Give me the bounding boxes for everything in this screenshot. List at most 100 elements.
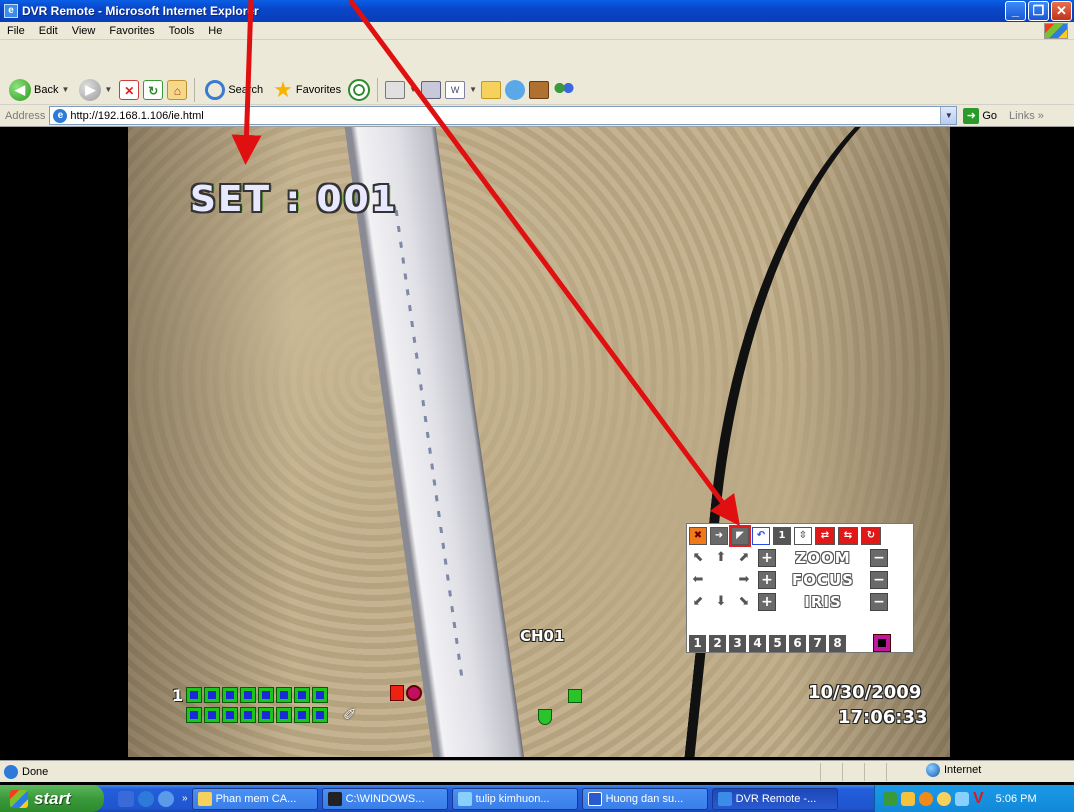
history-icon[interactable]: [348, 78, 371, 101]
pan-down-icon[interactable]: ⬇: [712, 593, 730, 611]
disk-icon: [406, 685, 422, 701]
menu-tools[interactable]: Tools: [162, 25, 202, 37]
edit-dropdown-icon[interactable]: ▼: [469, 85, 477, 94]
ie-quick-launch-icon[interactable]: [138, 790, 154, 807]
pan-up-icon[interactable]: ⬆: [712, 549, 730, 567]
page-icon: e: [53, 108, 68, 123]
tray-network-icon[interactable]: [883, 791, 897, 806]
chat-icon: [457, 791, 472, 806]
favorites-button[interactable]: ★ Favorites: [270, 76, 344, 104]
tray-messenger-icon[interactable]: [901, 791, 915, 806]
quick-launch-more-icon[interactable]: »: [182, 793, 188, 804]
ie-alt-quick-launch-icon[interactable]: [158, 790, 174, 807]
tray-yahoo-icon[interactable]: [919, 791, 933, 806]
back-arrow-icon: ◀: [9, 78, 31, 101]
menu-favorites[interactable]: Favorites: [102, 25, 161, 37]
taskbar-item[interactable]: tulip kimhuon...: [451, 787, 578, 810]
back-button[interactable]: ◀ Back ▼: [6, 76, 72, 104]
internet-globe-icon: [926, 763, 940, 777]
pan-up-left-icon[interactable]: ⬉: [689, 549, 707, 567]
url-input[interactable]: [70, 109, 931, 122]
ptz-channel-button[interactable]: 8: [829, 634, 846, 652]
ptz-channel-button[interactable]: 7: [809, 634, 826, 652]
home-icon[interactable]: ⌂: [167, 79, 188, 100]
ptz-channel-button[interactable]: 6: [789, 634, 806, 652]
taskbar-item[interactable]: Huong dan su...: [581, 787, 708, 810]
maximize-button[interactable]: ❐: [1028, 1, 1049, 21]
channel-indicator: [240, 687, 256, 703]
back-label: Back: [34, 83, 59, 96]
menu-view[interactable]: View: [65, 25, 103, 37]
channel-indicator: [240, 707, 256, 723]
edit-icon[interactable]: W: [445, 80, 466, 99]
mail-icon[interactable]: [385, 80, 406, 99]
stop-icon[interactable]: ✕: [119, 79, 140, 100]
menu-edit[interactable]: Edit: [32, 25, 65, 37]
ptz-channel-button[interactable]: 4: [749, 634, 766, 652]
window-title-bar[interactable]: e DVR Remote - Microsoft Internet Explor…: [0, 0, 1074, 22]
zone-label: Internet: [944, 764, 982, 776]
ptz-tour-icon[interactable]: ↻: [861, 527, 881, 545]
focus-out-button[interactable]: −: [870, 571, 888, 589]
tray-clock[interactable]: 5:06 PM: [996, 793, 1037, 805]
ptz-menu-icon[interactable]: [873, 634, 891, 652]
forward-button[interactable]: ▶ ▼: [76, 76, 115, 104]
minimize-button[interactable]: _: [1005, 1, 1026, 21]
focus-in-button[interactable]: +: [758, 571, 776, 589]
menu-file[interactable]: File: [0, 25, 32, 37]
ptz-auto-icon[interactable]: ⇄: [815, 527, 835, 545]
tray-app-icon[interactable]: [955, 791, 969, 806]
contacts-icon[interactable]: [553, 79, 575, 100]
pan-down-right-icon[interactable]: ⬊: [735, 593, 753, 611]
ptz-preset-go-icon[interactable]: ➜: [710, 527, 728, 545]
research-icon[interactable]: [529, 80, 549, 99]
iris-open-button[interactable]: +: [758, 593, 776, 611]
ptz-swap-icon[interactable]: ⇆: [838, 527, 858, 545]
menu-help[interactable]: He: [201, 25, 229, 37]
ptz-channel-button[interactable]: 2: [709, 634, 726, 652]
ptz-undo-icon[interactable]: ↶: [752, 527, 770, 545]
forward-dropdown-icon[interactable]: ▼: [104, 85, 112, 94]
search-button[interactable]: Search: [202, 76, 266, 104]
ptz-channel-button[interactable]: 5: [769, 634, 786, 652]
ptz-channel-button[interactable]: 1: [689, 634, 706, 652]
address-dropdown-icon[interactable]: ▼: [940, 107, 957, 124]
zoom-out-button[interactable]: −: [870, 549, 888, 567]
back-dropdown-icon[interactable]: ▼: [61, 85, 69, 94]
messenger-icon[interactable]: [505, 79, 525, 100]
tray-smiley-icon[interactable]: [937, 791, 951, 806]
taskbar-item[interactable]: Phan mem CA...: [191, 787, 318, 810]
pan-up-right-icon[interactable]: ⬈: [735, 549, 753, 567]
go-button[interactable]: ➜ Go: [963, 107, 997, 124]
pan-right-icon[interactable]: ➡: [735, 571, 753, 589]
mail-dropdown-icon[interactable]: ▼: [409, 85, 417, 94]
channel-indicator: [186, 687, 202, 703]
links-button[interactable]: Links »: [1009, 110, 1044, 122]
taskbar-item-label: Phan mem CA...: [215, 792, 297, 805]
toolbar-band: [0, 40, 1074, 75]
folder-icon[interactable]: [481, 80, 501, 99]
taskbar-item[interactable]: C:\WINDOWS...: [321, 787, 448, 810]
ptz-preset-stepper-icon[interactable]: ⇳: [794, 527, 812, 545]
show-desktop-icon[interactable]: [118, 790, 134, 807]
close-button[interactable]: ✕: [1051, 1, 1072, 21]
tray-antivirus-icon[interactable]: V: [973, 790, 984, 808]
zoom-in-button[interactable]: +: [758, 549, 776, 567]
taskbar-item-active[interactable]: DVR Remote -...: [711, 787, 838, 810]
refresh-icon[interactable]: ↻: [143, 79, 164, 100]
iris-label: IRIS: [804, 593, 842, 611]
print-icon[interactable]: [421, 80, 442, 99]
pan-down-left-icon[interactable]: ⬋: [689, 593, 707, 611]
pan-left-icon[interactable]: ⬅: [689, 571, 707, 589]
iris-close-button[interactable]: −: [870, 593, 888, 611]
address-field[interactable]: e ▼: [49, 106, 958, 125]
camera-feed[interactable]: SET : 001 CH01 10/30/2009 17:06:33 1 ✐ ✖…: [128, 127, 950, 757]
windows-flag-icon: [1044, 23, 1068, 39]
osd-date: 10/30/2009: [808, 682, 922, 703]
channel-indicator: [222, 707, 238, 723]
ptz-preset-set-icon[interactable]: ◤: [729, 525, 751, 547]
search-icon: [205, 79, 226, 100]
start-button[interactable]: start: [0, 785, 104, 812]
ptz-close-icon[interactable]: ✖: [689, 527, 707, 545]
ptz-channel-button[interactable]: 3: [729, 634, 746, 652]
